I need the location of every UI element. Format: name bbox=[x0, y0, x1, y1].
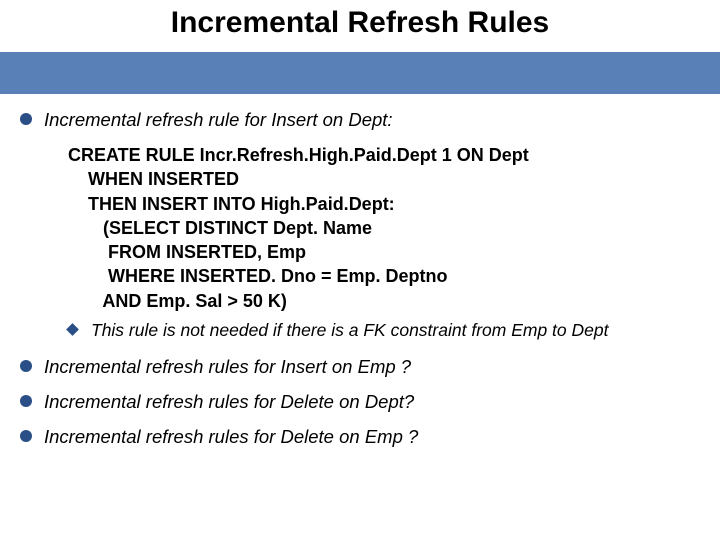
bullet-item-4: Incremental refresh rules for Delete on … bbox=[20, 425, 700, 450]
code-block: CREATE RULE Incr.Refresh.High.Paid.Dept … bbox=[68, 143, 700, 313]
sub-bullet-text: This rule is not needed if there is a FK… bbox=[91, 319, 608, 343]
bullet-text: Incremental refresh rules for Delete on … bbox=[44, 390, 414, 415]
bullet-dot-icon bbox=[20, 395, 32, 407]
bullet-dot-icon bbox=[20, 113, 32, 125]
diamond-icon bbox=[66, 323, 79, 336]
code-line: AND Emp. Sal > 50 K) bbox=[68, 291, 287, 311]
content-area: Incremental refresh rule for Insert on D… bbox=[20, 108, 700, 454]
bullet-text: Incremental refresh rules for Delete on … bbox=[44, 425, 418, 450]
code-line: THEN INSERT INTO High.Paid.Dept: bbox=[68, 194, 395, 214]
code-line: FROM INSERTED, Emp bbox=[68, 242, 306, 262]
slide: Incremental Refresh Rules Incremental re… bbox=[0, 0, 720, 540]
title-bar bbox=[0, 52, 720, 94]
bullet-dot-icon bbox=[20, 360, 32, 372]
bullet-dot-icon bbox=[20, 430, 32, 442]
code-line: CREATE RULE Incr.Refresh.High.Paid.Dept … bbox=[68, 145, 529, 165]
code-line: (SELECT DISTINCT Dept. Name bbox=[68, 218, 372, 238]
bullet-item-2: Incremental refresh rules for Insert on … bbox=[20, 355, 700, 380]
code-line: WHERE INSERTED. Dno = Emp. Deptno bbox=[68, 266, 448, 286]
bullet-item-1: Incremental refresh rule for Insert on D… bbox=[20, 108, 700, 133]
bullet-text: Incremental refresh rules for Insert on … bbox=[44, 355, 411, 380]
bullet-item-3: Incremental refresh rules for Delete on … bbox=[20, 390, 700, 415]
slide-title: Incremental Refresh Rules bbox=[0, 6, 720, 40]
bullet-text: Incremental refresh rule for Insert on D… bbox=[44, 108, 393, 133]
code-line: WHEN INSERTED bbox=[68, 169, 239, 189]
sub-bullet-item: This rule is not needed if there is a FK… bbox=[68, 319, 700, 343]
